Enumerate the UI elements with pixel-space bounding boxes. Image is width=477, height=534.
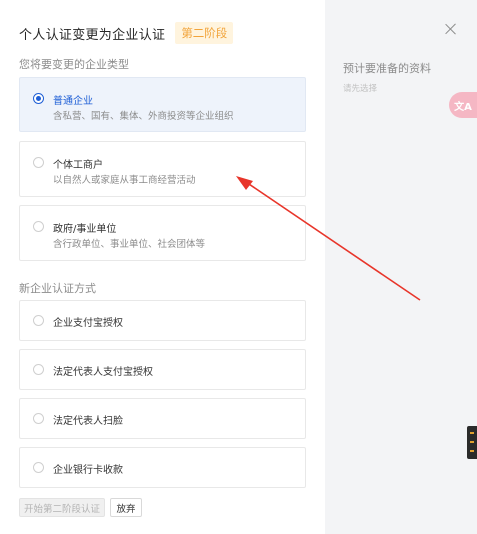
option-description: 含行政单位、事业单位、社会团体等	[53, 239, 206, 250]
enterprise-type-option-normal[interactable]: 普通企业 含私营、国有、集体、外商投资等企业组织	[19, 77, 306, 132]
close-icon[interactable]	[444, 22, 458, 36]
radio-button[interactable]	[33, 413, 44, 424]
option-title: 政府/事业单位	[53, 224, 117, 235]
dialog-main-panel: 个人认证变更为企业认证 第二阶段 您将要变更的企业类型 普通企业 含私营、国有、…	[0, 0, 325, 534]
auth-method-option-alipay-legal-rep[interactable]: 法定代表人支付宝授权	[19, 349, 306, 390]
enterprise-type-option-individual[interactable]: 个体工商户 以自然人或家庭从事工商经营活动	[19, 141, 306, 197]
cancel-button[interactable]: 放弃	[110, 498, 142, 517]
dialog-header: 个人认证变更为企业认证 第二阶段	[19, 22, 234, 44]
option-title: 企业支付宝授权	[53, 318, 123, 329]
radio-button[interactable]	[33, 364, 44, 375]
radio-button[interactable]	[33, 221, 44, 232]
auth-method-label: 新企业认证方式	[19, 282, 96, 295]
dialog-title: 个人认证变更为企业认证	[19, 27, 166, 43]
widget-dot	[470, 441, 474, 443]
auth-method-option-face-scan[interactable]: 法定代表人扫脸	[19, 398, 306, 439]
option-title: 个体工商户	[53, 160, 103, 171]
materials-side-panel	[325, 0, 477, 534]
radio-button[interactable]	[33, 315, 44, 326]
radio-button-selected[interactable]	[33, 93, 44, 104]
option-description: 含私营、国有、集体、外商投资等企业组织	[53, 111, 234, 122]
stage-badge: 第二阶段	[175, 22, 234, 44]
auth-method-option-bank-card[interactable]: 企业银行卡收款	[19, 447, 306, 488]
radio-button[interactable]	[33, 157, 44, 168]
option-title: 普通企业	[53, 96, 93, 107]
auth-method-option-alipay-enterprise[interactable]: 企业支付宝授权	[19, 300, 306, 341]
option-title: 法定代表人支付宝授权	[53, 367, 153, 378]
enterprise-type-option-government[interactable]: 政府/事业单位 含行政单位、事业单位、社会团体等	[19, 205, 306, 261]
start-stage-two-button[interactable]: 开始第二阶段认证	[19, 498, 105, 517]
option-description: 以自然人或家庭从事工商经营活动	[53, 175, 196, 186]
translate-label: 文A	[454, 101, 472, 113]
materials-title: 预计要准备的资料	[343, 62, 431, 75]
enterprise-type-label: 您将要变更的企业类型	[19, 58, 129, 71]
option-title: 法定代表人扫脸	[53, 416, 123, 427]
translate-icon[interactable]: 文A	[449, 92, 477, 118]
materials-hint: 请先选择	[343, 84, 378, 94]
widget-dot	[470, 450, 474, 452]
side-toolbar-widget[interactable]	[467, 426, 477, 459]
radio-button[interactable]	[33, 462, 44, 473]
option-title: 企业银行卡收款	[53, 465, 123, 476]
widget-dot	[470, 432, 474, 434]
